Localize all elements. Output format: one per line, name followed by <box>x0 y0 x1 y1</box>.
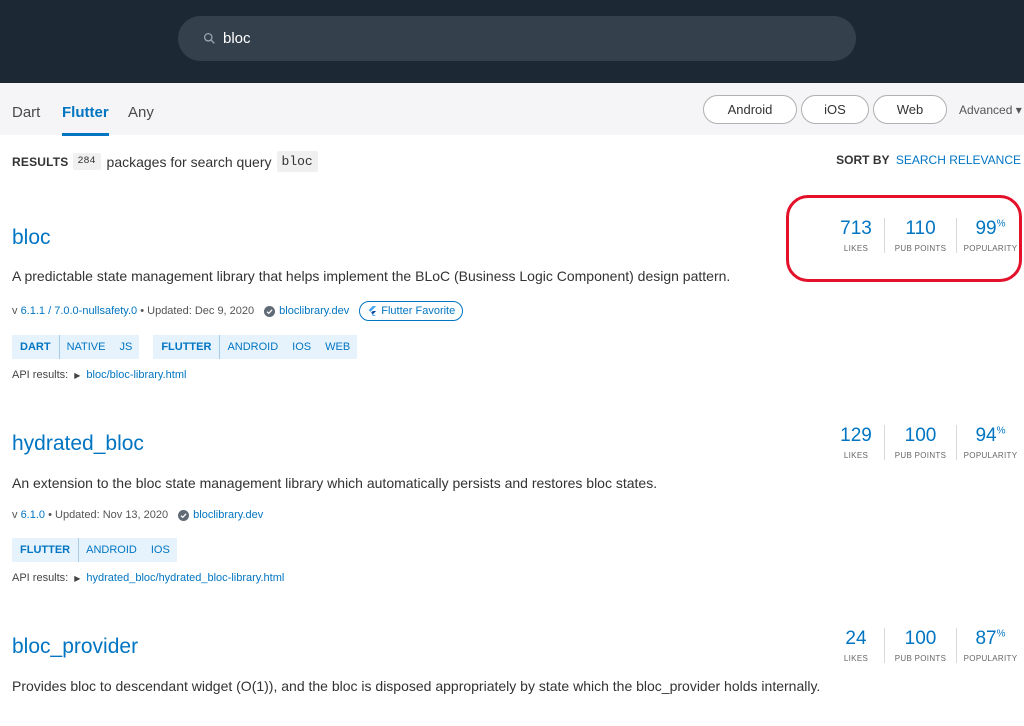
api-results-label: API results: <box>12 369 69 381</box>
likes-count: 129 <box>840 425 872 446</box>
search-bar[interactable] <box>178 16 856 61</box>
package-stats: 24 LIKES 100 PUB POINTS 87% POPULARITY <box>828 628 1024 663</box>
popularity-label: POPULARITY <box>963 654 1018 663</box>
package-title-link[interactable]: bloc_provider <box>12 635 138 659</box>
api-result-link[interactable]: hydrated_bloc/hydrated_bloc-library.html <box>86 572 284 584</box>
flutter-favorite-label: Flutter Favorite <box>381 305 456 317</box>
sort-label: SORT BY <box>836 153 890 167</box>
publisher[interactable]: bloclibrary.dev <box>264 305 349 317</box>
likes-label: LIKES <box>843 654 869 663</box>
advanced-filter-toggle[interactable]: Advanced ▾ <box>959 103 1022 117</box>
likes-label: LIKES <box>843 451 869 460</box>
package-description: An extension to the bloc state managemen… <box>12 475 658 491</box>
package-stats: 129 LIKES 100 PUB POINTS 94% POPULARITY <box>828 425 1024 460</box>
tag-platform[interactable]: IOS <box>144 544 177 556</box>
tag-group-dart: DART NATIVE JS <box>12 335 140 359</box>
tab-flutter[interactable]: Flutter <box>62 104 109 136</box>
platform-android-button[interactable]: Android <box>703 95 797 124</box>
pub-points-count: 100 <box>904 425 937 446</box>
tag-sdk-flutter[interactable]: FLUTTER <box>12 538 80 562</box>
api-results: API results: ▶ hydrated_bloc/hydrated_bloc… <box>12 572 284 584</box>
stat-pub-points: 110 PUB POINTS <box>884 218 956 253</box>
api-result-link[interactable]: bloc/bloc-library.html <box>86 369 186 381</box>
likes-label: LIKES <box>843 244 869 253</box>
stat-popularity: 94% POPULARITY <box>956 425 1024 460</box>
expand-triangle-icon[interactable]: ▶ <box>74 574 80 583</box>
updated-date: • Updated: Nov 13, 2020 <box>48 509 169 521</box>
tag-platform[interactable]: WEB <box>318 341 357 353</box>
pub-points-label: PUB POINTS <box>894 244 947 253</box>
stat-likes: 713 LIKES <box>828 218 884 253</box>
popularity-label: POPULARITY <box>963 244 1018 253</box>
pub-points-label: PUB POINTS <box>894 654 947 663</box>
version-prefix: v <box>12 509 18 521</box>
platform-ios-button[interactable]: iOS <box>801 95 869 124</box>
popularity-value: 87% <box>975 628 1006 649</box>
results-text: packages for search query <box>106 153 272 170</box>
stat-likes: 24 LIKES <box>828 628 884 663</box>
stat-pub-points: 100 PUB POINTS <box>884 425 956 460</box>
api-results-label: API results: <box>12 572 69 584</box>
package-stats: 713 LIKES 110 PUB POINTS 99% POPULARITY <box>828 218 1024 253</box>
package-meta: v 6.1.0 • Updated: Nov 13, 2020 bloclibr… <box>12 509 263 521</box>
pub-points-count: 100 <box>904 628 937 649</box>
stat-likes: 129 LIKES <box>828 425 884 460</box>
platform-web-button[interactable]: Web <box>873 95 947 124</box>
version-link[interactable]: 6.1.0 <box>21 509 45 521</box>
popularity-value: 94% <box>975 425 1006 446</box>
version-link[interactable]: 6.1.1 / 7.0.0-nullsafety.0 <box>21 305 138 317</box>
platform-tags: FLUTTER ANDROID IOS <box>12 538 191 562</box>
results-summary: RESULTS 284 packages for search query bl… <box>12 151 318 172</box>
publisher[interactable]: bloclibrary.dev <box>178 509 263 521</box>
package-title-link[interactable]: bloc <box>12 226 51 250</box>
pub-points-count: 110 <box>905 218 936 239</box>
verified-publisher-icon <box>178 509 190 521</box>
stat-popularity: 87% POPULARITY <box>956 628 1024 663</box>
sort-value[interactable]: SEARCH RELEVANCE <box>896 153 1021 167</box>
publisher-link[interactable]: bloclibrary.dev <box>193 509 263 521</box>
results-label: RESULTS <box>12 154 69 169</box>
tag-platform[interactable]: NATIVE <box>60 341 113 353</box>
api-results: API results: ▶ bloc/bloc-library.html <box>12 369 186 381</box>
results-query: bloc <box>276 151 318 172</box>
tag-group-flutter: FLUTTER ANDROID IOS WEB <box>153 335 358 359</box>
tag-platform[interactable]: ANDROID <box>79 544 144 556</box>
stat-pub-points: 100 PUB POINTS <box>884 628 956 663</box>
likes-count: 713 <box>840 218 872 239</box>
package-description: A predictable state management library t… <box>12 268 731 284</box>
likes-count: 24 <box>845 628 867 649</box>
results-count: 284 <box>72 153 101 170</box>
pub-points-label: PUB POINTS <box>894 451 947 460</box>
tag-group-flutter: FLUTTER ANDROID IOS <box>12 538 177 562</box>
popularity-label: POPULARITY <box>963 451 1018 460</box>
tag-platform[interactable]: JS <box>112 341 139 353</box>
sort-control[interactable]: SORT BY SEARCH RELEVANCE <box>836 153 1021 167</box>
filter-bar: Dart Flutter Any Android iOS Web Advance… <box>0 83 1024 136</box>
search-input[interactable] <box>223 30 783 47</box>
tab-any[interactable]: Any <box>128 104 154 121</box>
flutter-favorite-badge[interactable]: Flutter Favorite <box>359 301 464 321</box>
flutter-logo-icon <box>368 306 377 316</box>
tag-sdk-flutter[interactable]: FLUTTER <box>153 335 221 359</box>
tag-sdk-dart[interactable]: DART <box>12 335 60 359</box>
package-title-link[interactable]: hydrated_bloc <box>12 432 144 456</box>
expand-triangle-icon[interactable]: ▶ <box>74 371 80 380</box>
tag-platform[interactable]: IOS <box>285 341 318 353</box>
tag-platform[interactable]: ANDROID <box>220 341 285 353</box>
platform-tags: DART NATIVE JS FLUTTER ANDROID IOS WEB <box>12 335 371 359</box>
updated-date: • Updated: Dec 9, 2020 <box>140 305 255 317</box>
package-meta: v 6.1.1 / 7.0.0-nullsafety.0 • Updated: … <box>12 301 464 321</box>
popularity-value: 99% <box>975 218 1006 239</box>
tab-dart[interactable]: Dart <box>12 104 40 121</box>
top-header <box>0 0 1024 83</box>
publisher-link[interactable]: bloclibrary.dev <box>279 305 349 317</box>
search-icon <box>203 32 215 44</box>
verified-publisher-icon <box>264 305 276 317</box>
package-description: Provides bloc to descendant widget (O(1)… <box>12 678 821 694</box>
stat-popularity: 99% POPULARITY <box>956 218 1024 253</box>
version-prefix: v <box>12 305 18 317</box>
